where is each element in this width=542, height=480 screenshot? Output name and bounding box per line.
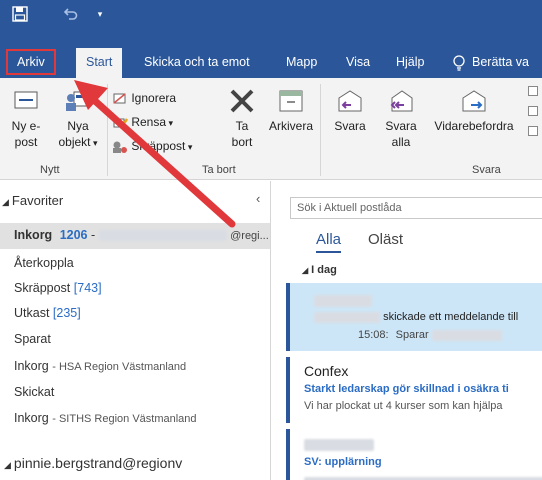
annotation-arrow <box>74 80 236 228</box>
